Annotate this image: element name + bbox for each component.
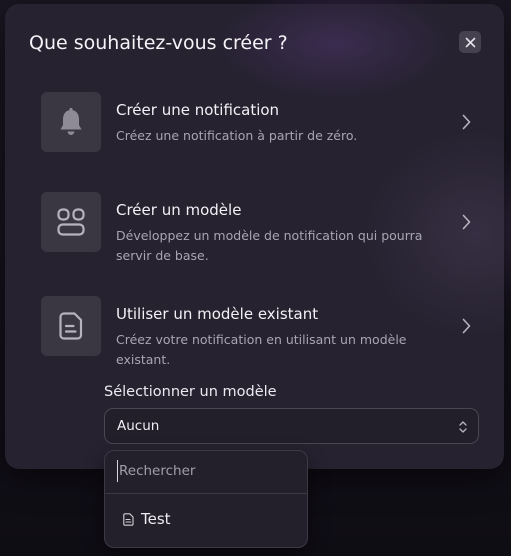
template-select[interactable]: Aucun: [104, 408, 479, 444]
chevron-up-down-icon: [459, 421, 467, 433]
template-select-value: Aucun: [117, 418, 160, 434]
bell-icon-tile: [41, 92, 101, 152]
template-blocks-icon: [57, 208, 85, 236]
option-description: Développez un modèle de notification qui…: [116, 228, 423, 263]
create-dialog: Que souhaitez-vous créer ? Créer une not…: [5, 4, 504, 469]
dropdown-item-test[interactable]: Test: [111, 505, 301, 533]
option-create-notification[interactable]: Créer une notification Créez une notific…: [41, 92, 481, 152]
option-use-existing-template[interactable]: Utiliser un modèle existant Créez votre …: [41, 296, 481, 367]
chevron-right-icon: [459, 212, 473, 232]
document-icon-tile: [41, 296, 101, 356]
option-create-template[interactable]: Créer un modèle Développez un modèle de …: [41, 192, 481, 263]
bell-icon: [60, 107, 82, 135]
close-icon: [465, 37, 475, 47]
file-icon: [123, 512, 135, 526]
option-description: Créez une notification à partir de zéro.: [116, 128, 358, 143]
close-button[interactable]: [459, 31, 481, 53]
option-title: Créer une notification: [116, 101, 280, 119]
template-dropdown: Test: [104, 450, 308, 548]
dialog-title: Que souhaitez-vous créer ?: [29, 32, 288, 54]
template-icon-tile: [41, 192, 101, 252]
document-icon: [59, 312, 83, 340]
template-search-input[interactable]: [117, 460, 299, 482]
chevron-right-icon: [459, 316, 473, 336]
option-description: Créez votre notification en utilisant un…: [116, 332, 407, 367]
chevron-right-icon: [459, 112, 473, 132]
dropdown-item-label: Test: [141, 510, 171, 528]
template-select-label: Sélectionner un modèle: [104, 384, 277, 400]
option-title: Créer un modèle: [116, 201, 242, 219]
option-title: Utiliser un modèle existant: [116, 305, 319, 323]
dropdown-divider: [105, 493, 307, 494]
